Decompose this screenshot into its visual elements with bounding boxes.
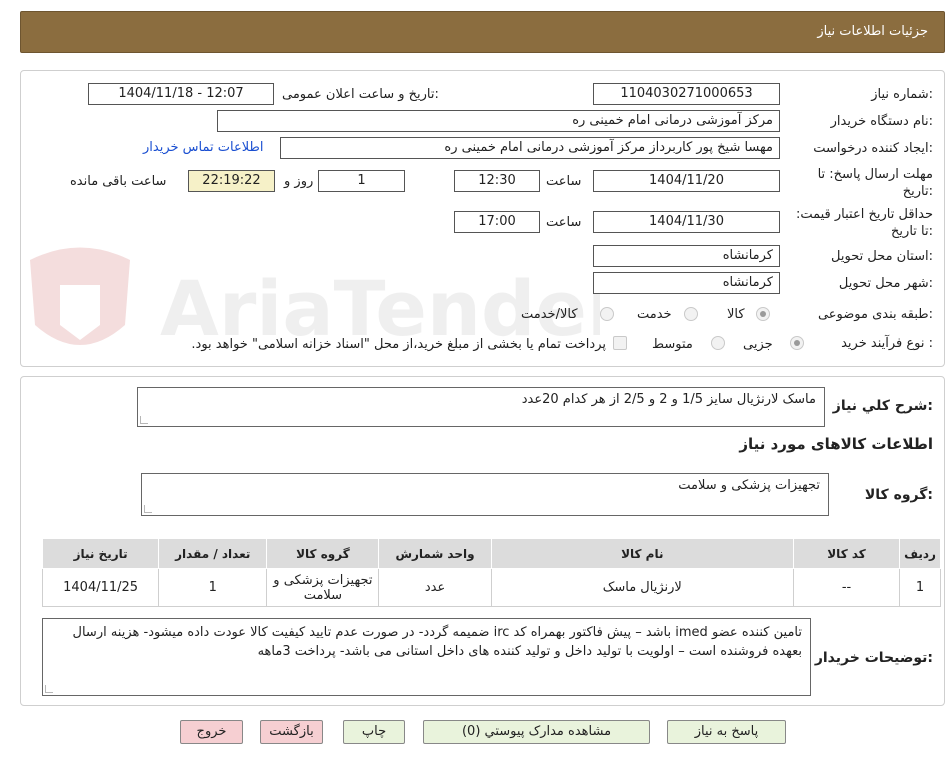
cell-need-date: 1404/11/25 <box>41 568 160 607</box>
col-header-goods-group: گروه کالا <box>266 538 380 569</box>
summary-label: شرح کلي نياز: <box>832 398 933 414</box>
remaining-time-field: 22:19:22 <box>188 170 275 192</box>
process-medium-label: متوسط <box>652 337 693 352</box>
validity-label: حداقل تاریخ اعتبار قیمت: تا تاریخ: <box>795 207 933 239</box>
announce-label: تاریخ و ساعت اعلان عمومی: <box>282 87 439 102</box>
category-both-label: کالا/خدمت <box>521 307 578 322</box>
validity-date-field: 1404/11/30 <box>593 211 780 233</box>
table-header-row: ردیف کد کالا نام کالا واحد شمارش گروه کا… <box>41 538 941 569</box>
deadline-label: مهلت ارسال پاسخ: تا تاریخ: <box>817 167 933 199</box>
announce-field: 1404/11/18 - 12:07 <box>88 83 274 105</box>
buyer-org-field: مرکز آموزشی درمانی امام خمینی ره <box>217 110 780 132</box>
process-label: نوع فرآیند خرید : <box>841 336 933 351</box>
deadline-time-label: ساعت <box>546 174 582 189</box>
category-label: طبقه بندی موضوعی: <box>817 307 933 322</box>
cell-goods-code: -- <box>792 568 901 607</box>
buyer-org-label: نام دستگاه خریدار: <box>830 114 933 129</box>
city-field: کرمانشاه <box>593 272 780 294</box>
category-goods-label: کالا <box>727 307 745 322</box>
days-label: روز و <box>284 174 314 189</box>
page-header: جزئیات اطلاعات نیاز <box>20 11 945 53</box>
col-header-goods-code: کد کالا <box>792 538 901 569</box>
city-label: شهر محل تحویل: <box>838 276 933 291</box>
group-label: گروه کالا: <box>864 487 933 503</box>
summary-text: ماسک لارنژیال سایز 1/5 و 2 و 2/5 از هر ک… <box>521 392 816 407</box>
treasury-payment-checkbox[interactable] <box>613 336 627 350</box>
days-field: 1 <box>318 170 405 192</box>
summary-textarea[interactable]: ماسک لارنژیال سایز 1/5 و 2 و 2/5 از هر ک… <box>137 387 825 427</box>
back-button[interactable]: بازگشت <box>260 720 323 744</box>
cell-goods-name: لارنژیال ماسک <box>490 568 794 607</box>
goods-info-title: اطلاعات کالاهای مورد نیاز <box>739 435 933 453</box>
col-header-goods-name: نام کالا <box>490 538 794 569</box>
col-header-row-number: ردیف <box>899 538 941 569</box>
col-header-unit: واحد شمارش <box>378 538 492 569</box>
deadline-date-field: 1404/11/20 <box>593 170 780 192</box>
buyer-notes-label: توضیحات خریدار: <box>814 650 933 666</box>
creator-label: ایجاد کننده درخواست: <box>813 141 933 156</box>
resize-grip-icon[interactable] <box>140 416 148 424</box>
remaining-label: ساعت باقی مانده <box>70 174 167 189</box>
category-service-radio[interactable] <box>684 307 698 321</box>
cell-unit: عدد <box>378 568 492 607</box>
deadline-time-field: 12:30 <box>454 170 540 192</box>
province-label: استان محل تحویل: <box>831 249 933 264</box>
validity-time-field: 17:00 <box>454 211 540 233</box>
attachments-button[interactable]: مشاهده مدارک پیوستي (0) <box>423 720 650 744</box>
col-header-need-date: تاریخ نیاز <box>41 538 160 569</box>
cell-goods-group: تجهیزات پزشکی و سلامت <box>266 568 380 607</box>
buyer-notes-text: تامین کننده عضو imed باشد – پیش فاکتور ب… <box>72 625 802 659</box>
buyer-notes-textarea[interactable]: تامین کننده عضو imed باشد – پیش فاکتور ب… <box>42 618 811 696</box>
need-number-field: 1104030271000653 <box>593 83 780 105</box>
table-row: 1 -- لارنژیال ماسک عدد تجهیزات پزشکی و س… <box>41 568 941 607</box>
cell-row-number: 1 <box>899 568 941 607</box>
group-text: تجهیزات پزشکی و سلامت <box>678 478 820 493</box>
validity-time-label: ساعت <box>546 215 582 230</box>
resize-grip-icon[interactable] <box>45 685 53 693</box>
group-textarea[interactable]: تجهیزات پزشکی و سلامت <box>141 473 829 516</box>
buyer-contact-link[interactable]: اطلاعات تماس خریدار <box>143 140 263 155</box>
category-both-radio[interactable] <box>600 307 614 321</box>
process-minor-radio[interactable] <box>790 336 804 350</box>
need-number-label: شماره نیاز: <box>871 87 933 102</box>
province-field: کرمانشاه <box>593 245 780 267</box>
category-goods-radio[interactable] <box>756 307 770 321</box>
page-title: جزئیات اطلاعات نیاز <box>817 24 928 39</box>
exit-button[interactable]: خروج <box>180 720 243 744</box>
process-minor-label: جزیی <box>743 337 773 352</box>
goods-table: ردیف کد کالا نام کالا واحد شمارش گروه کا… <box>41 538 941 607</box>
print-button[interactable]: چاپ <box>343 720 405 744</box>
category-service-label: خدمت <box>637 307 672 322</box>
resize-grip-icon[interactable] <box>144 505 152 513</box>
cell-quantity: 1 <box>158 568 268 607</box>
creator-field: مهسا شیخ پور کاربرداز مرکز آموزشی درمانی… <box>280 137 780 159</box>
reply-button[interactable]: پاسخ به نیاز <box>667 720 786 744</box>
col-header-quantity: تعداد / مقدار <box>158 538 268 569</box>
payment-note: پرداخت تمام یا بخشی از مبلغ خرید،از محل … <box>191 337 606 352</box>
process-medium-radio[interactable] <box>711 336 725 350</box>
